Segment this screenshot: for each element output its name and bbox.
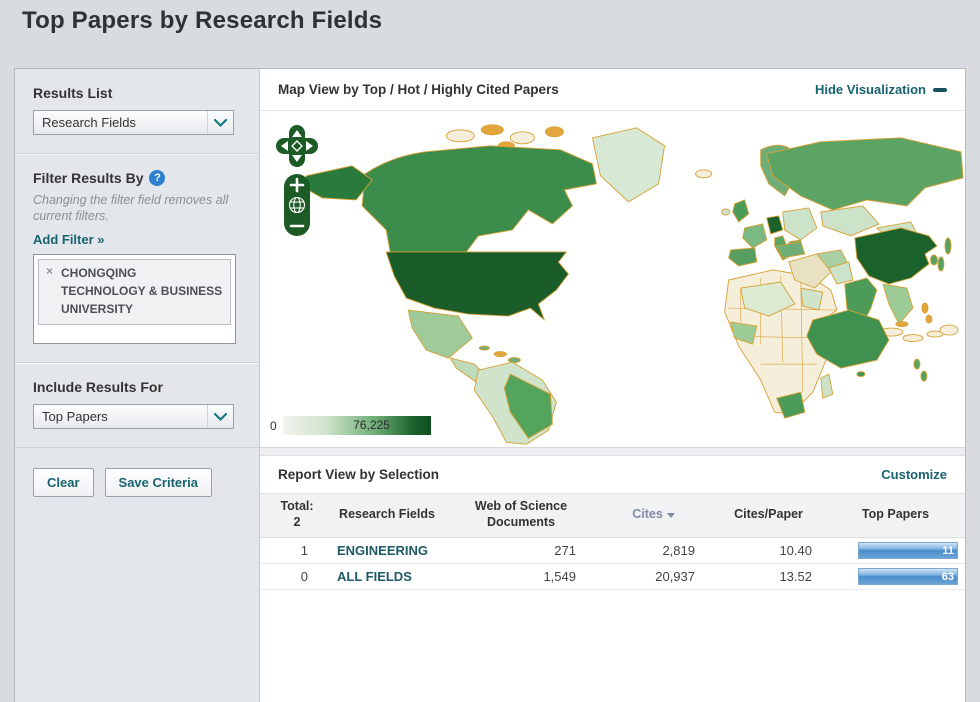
filter-chip[interactable]: × CHONGQING TECHNOLOGY & BUSINESS UNIVER… — [38, 259, 231, 326]
results-list-heading: Results List — [33, 85, 113, 101]
report-header: Report View by Selection Customize — [260, 456, 965, 493]
report-view-title: Report View by Selection — [278, 467, 440, 482]
cites-value: 2,819 — [662, 543, 695, 559]
add-filter-link[interactable]: Add Filter » — [33, 232, 241, 247]
table-row: 1 ENGINEERING 271 2,819 10.40 11 — [260, 538, 965, 565]
help-icon[interactable]: ? — [149, 170, 166, 186]
results-list-dropdown[interactable]: Research Fields — [33, 110, 234, 135]
research-field-link[interactable]: ALL FIELDS — [328, 569, 446, 584]
total-header: Total: 2 — [280, 499, 314, 529]
world-choropleth-map[interactable] — [260, 111, 965, 447]
chevron-down-icon — [207, 405, 233, 429]
customize-link[interactable]: Customize — [881, 467, 947, 482]
filter-note: Changing the filter field removes all cu… — [33, 193, 229, 223]
include-results-section: Include Results For Top Papers — [15, 362, 259, 447]
cites-value: 20,937 — [655, 569, 695, 585]
clear-button[interactable]: Clear — [33, 468, 94, 498]
include-results-heading: Include Results For — [33, 379, 163, 396]
map-zoom-control[interactable] — [284, 174, 310, 236]
filter-heading: Filter Results By — [33, 170, 144, 186]
main-area: Map View by Top / Hot / Highly Cited Pap… — [260, 69, 965, 702]
column-wos-documents[interactable]: Web of Science Documents — [446, 499, 596, 530]
top-papers-bar: 63 — [858, 568, 958, 586]
map-controls — [276, 125, 318, 236]
chevron-down-icon — [207, 111, 233, 134]
page-header: Top Papers by Research Fields — [0, 0, 980, 35]
save-criteria-button[interactable]: Save Criteria — [104, 468, 213, 498]
hide-visualization-link[interactable]: Hide Visualization — [815, 82, 947, 97]
include-results-dropdown[interactable]: Top Papers — [33, 404, 234, 430]
table-row: 0 ALL FIELDS 1,549 20,937 13.52 63 — [260, 564, 965, 591]
column-research-fields[interactable]: Research Fields — [328, 499, 446, 523]
table-header-row: Total: 2 Research Fields Web of Science … — [260, 493, 965, 539]
content-panel: Results List Research Fields Filter Resu… — [14, 68, 966, 702]
minus-icon — [933, 87, 947, 92]
filter-listbox: × CHONGQING TECHNOLOGY & BUSINESS UNIVER… — [33, 254, 236, 345]
top-papers-bar: 11 — [858, 542, 958, 560]
row-rank: 1 — [300, 543, 308, 559]
cites-per-paper-value: 10.40 — [779, 543, 812, 559]
map-view-title: Map View by Top / Hot / Highly Cited Pap… — [278, 82, 559, 97]
filter-section: Filter Results By ? Changing the filter … — [15, 153, 259, 362]
cites-per-paper-value: 13.52 — [779, 569, 812, 585]
sort-arrow-icon — [666, 513, 675, 519]
results-list-selected-value: Research Fields — [42, 115, 136, 130]
wos-documents-value: 1,549 — [543, 569, 576, 585]
legend-max-value: 76,225 — [353, 418, 390, 432]
map-header: Map View by Top / Hot / Highly Cited Pap… — [260, 69, 965, 111]
sidebar: Results List Research Fields Filter Resu… — [15, 69, 260, 702]
empty-area — [260, 590, 965, 702]
row-rank: 0 — [300, 569, 308, 585]
column-cites-per-paper[interactable]: Cites/Paper — [711, 499, 826, 523]
remove-filter-icon[interactable]: × — [46, 264, 53, 278]
sidebar-actions: Clear Save Criteria — [15, 447, 259, 517]
map-legend: 0 76,225 — [270, 416, 431, 435]
map-pan-control[interactable] — [276, 125, 318, 167]
section-divider — [260, 447, 965, 456]
legend-gradient-bar: 76,225 — [282, 416, 431, 435]
wos-documents-value: 271 — [554, 543, 576, 559]
column-top-papers[interactable]: Top Papers — [826, 499, 965, 523]
map-region: 0 76,225 — [260, 111, 965, 447]
filter-chip-label: CHONGQING TECHNOLOGY & BUSINESS UNIVERSI… — [61, 266, 223, 317]
include-results-selected-value: Top Papers — [42, 409, 108, 425]
page-title: Top Papers by Research Fields — [22, 7, 383, 34]
column-cites[interactable]: Cites — [596, 499, 711, 523]
research-field-link[interactable]: ENGINEERING — [328, 543, 446, 558]
legend-min-value: 0 — [270, 418, 277, 433]
results-list-section: Results List Research Fields — [15, 69, 259, 153]
